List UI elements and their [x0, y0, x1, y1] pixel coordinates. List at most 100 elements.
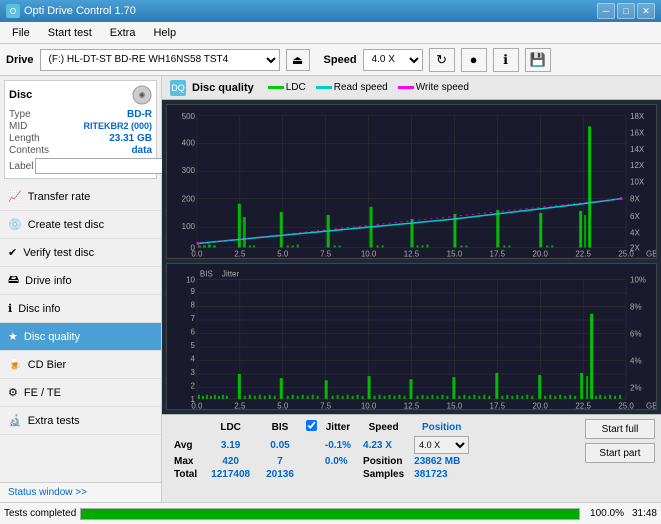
drive-info-label: Drive info — [25, 275, 71, 287]
stats-content: LDC BIS Jitter Speed Position — [168, 419, 655, 481]
burn-button[interactable]: ● — [461, 48, 487, 72]
app-title: Opti Drive Control 1.70 — [24, 5, 136, 17]
progress-bar — [80, 508, 580, 520]
left-panel: Disc Type BD-R MID RITEKBR2 (000) Length… — [0, 76, 162, 502]
right-panel: DQ Disc quality LDC Read speed Write spe… — [162, 76, 661, 502]
close-button[interactable]: ✕ — [637, 3, 655, 19]
maximize-button[interactable]: □ — [617, 3, 635, 19]
svg-text:5.0: 5.0 — [277, 401, 289, 409]
disc-label-input[interactable] — [35, 158, 173, 174]
sidebar-item-create-test-disc[interactable]: 💿 Create test disc — [0, 211, 161, 239]
stats-row-total: Total 1217408 20136 Samples 381723 — [168, 468, 471, 481]
menu-file[interactable]: File — [4, 25, 38, 41]
sidebar-item-fe-te[interactable]: ⚙ FE / TE — [0, 379, 161, 407]
progress-bar-fill — [81, 509, 579, 519]
svg-text:10X: 10X — [630, 177, 645, 186]
transfer-rate-label: Transfer rate — [28, 191, 91, 203]
read-speed-legend-color — [316, 86, 332, 89]
minimize-button[interactable]: ─ — [597, 3, 615, 19]
disc-length-value: 23.31 GB — [109, 133, 152, 144]
disc-label-row: Label ✎ — [9, 158, 152, 174]
start-part-button[interactable]: Start part — [585, 443, 655, 463]
refresh-button[interactable]: ↻ — [429, 48, 455, 72]
svg-text:15.0: 15.0 — [447, 250, 463, 258]
fe-te-icon: ⚙ — [8, 386, 18, 399]
disc-type-value: BD-R — [127, 109, 152, 120]
svg-text:25.0: 25.0 — [618, 250, 634, 258]
avg-bis: 0.05 — [258, 435, 302, 455]
sidebar-item-cd-bier[interactable]: 🍺 CD Bier — [0, 351, 161, 379]
svg-text:7: 7 — [191, 314, 196, 323]
svg-text:12.5: 12.5 — [404, 250, 420, 258]
app-icon: O — [6, 4, 20, 18]
col-header-jitter: Jitter — [321, 419, 355, 435]
charts-container: 0 100 200 300 400 500 18X 16X 14X 12X 10… — [162, 100, 661, 414]
svg-text:4: 4 — [191, 354, 196, 363]
write-speed-legend-color — [398, 86, 414, 89]
disc-length-row: Length 23.31 GB — [9, 133, 152, 144]
create-test-disc-icon: 💿 — [8, 218, 22, 231]
col-header-check — [302, 419, 321, 435]
chart-header-icon: DQ — [170, 80, 186, 96]
avg-label: Avg — [168, 435, 203, 455]
status-window-button[interactable]: Status window >> — [0, 482, 161, 502]
read-speed-legend-label: Read speed — [334, 82, 388, 93]
sidebar-item-transfer-rate[interactable]: 📈 Transfer rate — [0, 183, 161, 211]
drive-select[interactable]: (F:) HL-DT-ST BD-RE WH16NS58 TST4 — [40, 49, 280, 71]
lower-chart-svg: BIS Jitter — [167, 264, 656, 409]
stats-row-avg: Avg 3.19 0.05 -0.1% 4.23 X 4.0 X — [168, 435, 471, 455]
speed-dropdown[interactable]: 4.0 X — [414, 436, 469, 454]
eject-button[interactable]: ⏏ — [286, 49, 310, 71]
col-header-speed: Speed — [355, 419, 412, 435]
disc-mid-label: MID — [9, 121, 27, 132]
svg-text:4%: 4% — [630, 356, 642, 365]
col-header-empty — [168, 419, 203, 435]
sidebar-item-disc-info[interactable]: ℹ Disc info — [0, 295, 161, 323]
max-ldc: 420 — [203, 455, 258, 468]
menu-start-test[interactable]: Start test — [40, 25, 100, 41]
svg-text:300: 300 — [182, 166, 196, 175]
menu-help[interactable]: Help — [145, 25, 184, 41]
sidebar-item-disc-quality[interactable]: ★ Disc quality — [0, 323, 161, 351]
svg-text:7.5: 7.5 — [320, 250, 332, 258]
sidebar-item-verify-test-disc[interactable]: ✔ Verify test disc — [0, 239, 161, 267]
svg-text:12X: 12X — [630, 161, 645, 170]
max-speed-val: 23862 MB — [412, 455, 471, 468]
disc-info-nav-label: Disc info — [18, 303, 60, 315]
svg-text:10%: 10% — [630, 275, 646, 284]
status-bar: Tests completed 100.0% 31:48 — [0, 502, 661, 524]
save-button[interactable]: 💾 — [525, 48, 551, 72]
ldc-legend: LDC — [268, 82, 306, 93]
avg-jitter: -0.1% — [321, 435, 355, 455]
svg-text:5: 5 — [191, 341, 196, 350]
avg-empty — [302, 435, 321, 455]
sidebar-item-drive-info[interactable]: 🖴 Drive info — [0, 267, 161, 295]
status-percent: 100.0% — [584, 508, 624, 519]
total-ldc: 1217408 — [203, 468, 258, 481]
disc-section-title: Disc — [9, 89, 32, 101]
cd-bier-label: CD Bier — [28, 359, 67, 371]
info-button[interactable]: ℹ — [493, 48, 519, 72]
disc-contents-row: Contents data — [9, 145, 152, 156]
start-full-button[interactable]: Start full — [585, 419, 655, 439]
title-bar-left: O Opti Drive Control 1.70 — [6, 4, 136, 18]
svg-text:2: 2 — [191, 381, 196, 390]
svg-text:15.0: 15.0 — [447, 401, 463, 409]
svg-text:7.5: 7.5 — [320, 401, 332, 409]
speed-select[interactable]: 4.0 X — [363, 49, 423, 71]
avg-speed-select[interactable]: 4.0 X — [412, 435, 471, 455]
disc-contents-value: data — [131, 145, 152, 156]
svg-text:25.0: 25.0 — [618, 401, 634, 409]
disc-type-label: Type — [9, 109, 31, 120]
disc-quality-icon: ★ — [8, 330, 18, 343]
svg-text:100: 100 — [182, 222, 196, 231]
total-empty — [302, 468, 321, 481]
menu-extra[interactable]: Extra — [102, 25, 144, 41]
fe-te-label: FE / TE — [24, 387, 61, 399]
disc-icon — [132, 85, 152, 105]
sidebar-item-extra-tests[interactable]: 🔬 Extra tests — [0, 407, 161, 435]
create-test-disc-label: Create test disc — [28, 219, 104, 231]
drive-label: Drive — [6, 54, 34, 66]
disc-label-label: Label — [9, 161, 33, 172]
jitter-checkbox[interactable] — [306, 420, 317, 431]
